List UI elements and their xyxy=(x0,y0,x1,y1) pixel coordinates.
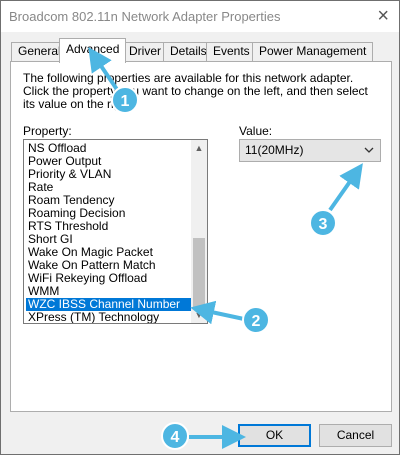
cancel-button[interactable]: Cancel xyxy=(319,424,392,447)
listbox-scrollbar[interactable]: ▲ ▼ xyxy=(191,140,207,323)
property-label: Property: xyxy=(23,124,72,138)
window-title: Broadcom 802.11n Network Adapter Propert… xyxy=(9,9,281,24)
ok-button[interactable]: OK xyxy=(238,424,311,447)
scroll-up-icon[interactable]: ▲ xyxy=(191,140,207,156)
close-icon[interactable]: × xyxy=(377,5,389,27)
advanced-tab-panel: The following properties are available f… xyxy=(10,61,392,412)
callout-4-badge: 4 xyxy=(161,422,189,450)
callout-4-number: 4 xyxy=(171,429,180,446)
scroll-down-icon[interactable]: ▼ xyxy=(191,307,207,323)
property-listbox[interactable]: NS Offload Power Output Priority & VLAN Rat… xyxy=(23,139,208,324)
value-label: Value: xyxy=(239,124,273,138)
scrollbar-thumb[interactable] xyxy=(193,238,205,308)
tab-driver[interactable]: Driver xyxy=(122,42,168,61)
chevron-down-icon xyxy=(364,147,374,153)
property-list-item[interactable]: XPress (TM) Technology xyxy=(26,311,192,324)
value-dropdown[interactable]: 11(20MHz) xyxy=(239,139,381,162)
tab-advanced[interactable]: Advanced xyxy=(59,38,127,63)
title-bar: Broadcom 802.11n Network Adapter Propert… xyxy=(1,1,399,32)
value-dropdown-text: 11(20MHz) xyxy=(245,143,304,157)
properties-dialog: Broadcom 802.11n Network Adapter Propert… xyxy=(0,0,400,455)
panel-description: The following properties are available f… xyxy=(23,71,368,111)
tab-events[interactable]: Events xyxy=(206,42,257,61)
tab-power-management[interactable]: Power Management xyxy=(252,42,374,61)
